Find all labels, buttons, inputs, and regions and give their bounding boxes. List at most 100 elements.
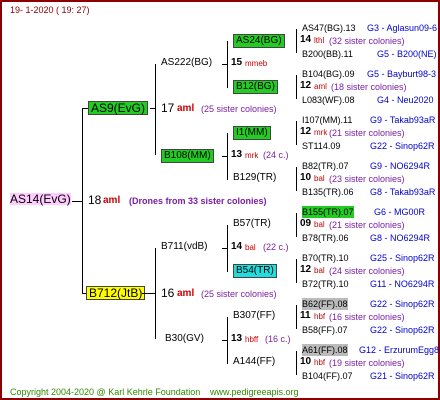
- parent-b82[interactable]: B82(TR).07: [302, 160, 349, 172]
- parent-st114[interactable]: ST114.09: [302, 140, 340, 152]
- a144-gen: 10: [300, 356, 312, 367]
- root-gen: 18: [88, 193, 102, 207]
- source-i107: G9 - Takab93aR: [370, 115, 436, 125]
- as9-connector: [150, 108, 156, 109]
- queen-b108[interactable]: B108(MM): [161, 149, 214, 163]
- parent-b70[interactable]: B70(TR).10: [302, 252, 349, 264]
- parent-b104ff[interactable]: B104(FF).07: [302, 370, 353, 382]
- i1-gen: 12: [300, 126, 312, 137]
- source-b155: G6 - MG00R: [374, 207, 426, 217]
- source-b62: G22 - Sinop62R: [370, 299, 435, 309]
- b712-gen: 16: [161, 286, 175, 300]
- i1-suffix: mrk: [314, 128, 328, 137]
- source-as47: G3 - Aglasun09-6: [367, 23, 438, 33]
- b54-gen: 12: [300, 264, 312, 275]
- source-b104bg: G5 - Bayburt98-3: [367, 69, 437, 79]
- queen-b307[interactable]: B307(FF): [233, 310, 275, 322]
- queen-b712[interactable]: B712(JtB): [86, 286, 146, 300]
- b108-connector: [222, 156, 228, 157]
- b54-suffix: bal: [314, 266, 325, 275]
- parent-b104bg[interactable]: B104(BG).09: [302, 68, 355, 80]
- i1-note: (21 sister colonies): [329, 128, 405, 138]
- b712-connector: [142, 293, 156, 294]
- parent-b200[interactable]: B200(BB).11: [302, 48, 353, 60]
- queen-b129[interactable]: B129(TR): [233, 172, 276, 184]
- queen-b57[interactable]: B57(TR): [233, 218, 271, 230]
- b108-gen: 13: [231, 149, 243, 160]
- b711-note: (22 c.): [263, 242, 289, 252]
- a144-bracket: [296, 351, 297, 375]
- as222-connector: [222, 64, 228, 65]
- queen-as222[interactable]: AS222(BG): [161, 57, 212, 69]
- root-suffix: aml: [103, 195, 121, 206]
- b108-note: (24 c.): [263, 150, 289, 160]
- parent-as47[interactable]: AS47(BG).13: [302, 22, 356, 34]
- pedigree-frame: 19- 1-2020 ( 19: 27) AS14(EvG) 18 aml (D…: [0, 0, 440, 400]
- source-b58: G22 - Sinop62R: [370, 325, 435, 335]
- as9-gen: 17: [161, 101, 175, 115]
- source-b72: G11 - NO6294R: [370, 279, 435, 289]
- queen-b54[interactable]: B54(TR): [233, 264, 277, 278]
- i1-bracket: [296, 121, 297, 145]
- b129-gen: 10: [300, 172, 312, 183]
- parent-l083[interactable]: L083(WF).08: [302, 94, 355, 106]
- root-queen[interactable]: AS14(EvG): [10, 193, 71, 205]
- source-b200: G5 - B200(NE): [377, 49, 437, 59]
- as24-note: (32 sister colonies): [329, 36, 405, 46]
- b57-bracket: [296, 213, 297, 237]
- root-note: (Drones from 33 sister colonies): [129, 196, 267, 206]
- root-connector: [72, 201, 83, 202]
- b57-gen: 09: [300, 218, 312, 229]
- b30-connector: [222, 340, 228, 341]
- parent-b78[interactable]: B78(TR).06: [302, 232, 349, 244]
- source-l083: G4 - Neu2020: [377, 95, 434, 105]
- b12-suffix: aml: [314, 82, 327, 91]
- a144-suffix: hbf: [314, 358, 326, 367]
- parent-i107[interactable]: I107(MM).11: [302, 114, 352, 126]
- source-b70: G25 - Sinop62R: [370, 253, 435, 263]
- b54-bracket: [296, 259, 297, 283]
- source-b135: G8 - Takab93aR: [370, 187, 436, 197]
- b307-gen: 11: [300, 310, 311, 321]
- queen-as24[interactable]: AS24(BG): [233, 34, 285, 48]
- parent-b135[interactable]: B135(TR).06: [302, 186, 354, 198]
- parent-b62[interactable]: B62(FF).08: [302, 298, 348, 310]
- parent-b155[interactable]: B155(TR).07: [302, 206, 354, 218]
- b108-suffix: mrk: [245, 151, 259, 160]
- parent-a61[interactable]: A61(FF).08: [302, 344, 348, 356]
- queen-b30[interactable]: B30(GV): [165, 333, 204, 345]
- b307-bracket: [296, 305, 297, 329]
- b129-suffix: bal: [314, 174, 325, 183]
- as9-suffix: aml: [177, 103, 195, 114]
- queen-a144[interactable]: A144(FF): [233, 356, 275, 368]
- queen-i1[interactable]: I1(MM): [233, 126, 271, 140]
- footer-link[interactable]: www.pedigreeapis.org: [210, 386, 299, 398]
- source-b78: G8 - NO6294R: [370, 233, 431, 243]
- b712-note: (25 sister colonies): [201, 289, 277, 299]
- b12-note: (18 sister colonies): [331, 82, 407, 92]
- as24-gen: 14: [300, 34, 312, 45]
- queen-b711[interactable]: B711(vdB): [161, 241, 208, 253]
- as222-gen: 15: [231, 57, 243, 68]
- queen-b12[interactable]: B12(BG): [233, 80, 278, 94]
- source-st114: G22 - Sinop62R: [370, 141, 435, 151]
- b12-bracket: [296, 75, 297, 99]
- b30-note: (16 c.): [265, 334, 291, 344]
- b307-note: (16 sister colonies): [329, 312, 405, 322]
- b57-note: (21 sister colonies): [329, 220, 405, 230]
- source-b104ff: G21 - Sinop62R: [370, 371, 435, 381]
- as9-note: (25 sister colonies): [201, 104, 277, 114]
- b711-gen: 14: [231, 241, 243, 252]
- queen-as9[interactable]: AS9(EvG): [88, 101, 149, 115]
- as9-bracket: [155, 64, 156, 155]
- b54-note: (24 sister colonies): [329, 266, 405, 276]
- source-a61: G12 - ErzurumEgg8: [359, 345, 440, 355]
- b712-suffix: aml: [177, 288, 195, 299]
- parent-b58[interactable]: B58(FF).07: [302, 324, 348, 336]
- b307-suffix: hbf: [314, 312, 326, 321]
- as24-suffix: lthl: [314, 36, 325, 45]
- b12-gen: 12: [300, 80, 312, 91]
- b30-suffix: hbff: [245, 335, 259, 344]
- parent-b72[interactable]: B72(TR).10: [302, 278, 349, 290]
- b129-note: (23 sister colonies): [329, 174, 405, 184]
